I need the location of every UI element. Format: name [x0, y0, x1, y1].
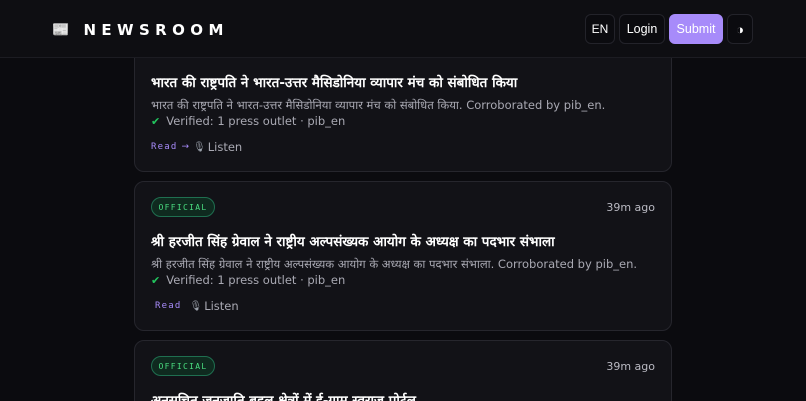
microphone-icon[interactable]: 🎙 — [189, 301, 202, 312]
news-card: OFFICIAL 39m ago अनुसूचित जनजाति बहुल क्… — [134, 340, 672, 401]
brand-name: NEWSROOM — [83, 21, 229, 39]
verified-text: Verified: 1 press outlet · pib_en — [166, 114, 346, 128]
check-icon: ✔ — [151, 273, 161, 287]
timestamp: 39m ago — [606, 360, 655, 373]
verified-line: ✔ Verified: 1 press outlet · pib_en — [151, 114, 345, 128]
verified-line: ✔ Verified: 1 press outlet · pib_en — [151, 273, 345, 287]
listen-button[interactable]: Listen — [204, 299, 238, 313]
theme-toggle-icon[interactable]: ◑ — [727, 14, 753, 44]
login-button[interactable]: Login — [619, 14, 665, 44]
status-badge: OFFICIAL — [151, 197, 215, 217]
newspaper-icon: 📰 — [52, 22, 70, 38]
language-button[interactable]: EN — [585, 14, 615, 44]
news-description: भारत की राष्ट्रपति ने भारत-उत्तर मैसिडोन… — [151, 98, 606, 112]
listen-button[interactable]: Listen — [208, 140, 242, 154]
read-link[interactable]: Read — [155, 301, 181, 311]
microphone-icon[interactable]: 🎙 — [193, 142, 206, 153]
read-link[interactable]: Read — [151, 142, 177, 152]
arrow-right-icon: → — [181, 142, 190, 152]
verified-text: Verified: 1 press outlet · pib_en — [166, 273, 346, 287]
news-title[interactable]: अनुसूचित जनजाति बहुल क्षेत्रों में ई-ग्र… — [151, 391, 416, 401]
news-title[interactable]: श्री हरजीत सिंह ग्रेवाल ने राष्ट्रीय अल्… — [151, 232, 555, 250]
news-description: श्री हरजीत सिंह ग्रेवाल ने राष्ट्रीय अल्… — [151, 257, 638, 271]
news-card: OFFICIAL 39m ago श्री हरजीत सिंह ग्रेवाल… — [134, 181, 672, 331]
news-title[interactable]: भारत की राष्ट्रपति ने भारत-उत्तर मैसिडोन… — [151, 73, 517, 91]
status-badge: OFFICIAL — [151, 356, 215, 376]
top-header: 📰 NEWSROOM EN Login Submit ◑ — [0, 0, 806, 58]
check-icon: ✔ — [151, 114, 161, 128]
card-actions: Read → 🎙 Listen — [151, 140, 242, 154]
brand-logo[interactable]: 📰 NEWSROOM — [52, 20, 229, 40]
card-actions: Read 🎙 Listen — [155, 299, 239, 313]
submit-button[interactable]: Submit — [669, 14, 723, 44]
timestamp: 39m ago — [606, 201, 655, 214]
